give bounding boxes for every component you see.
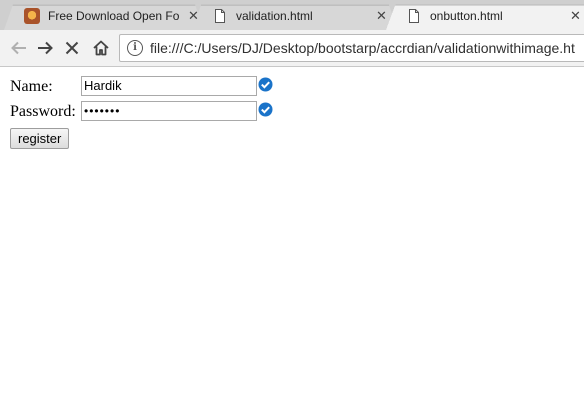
document-icon bbox=[212, 8, 228, 24]
password-label: Password: bbox=[10, 103, 76, 120]
close-icon[interactable]: ✕ bbox=[188, 8, 199, 24]
tab-free-download[interactable]: Free Download Open Fo ✕ bbox=[4, 2, 204, 30]
info-icon[interactable]: i bbox=[127, 40, 143, 56]
back-arrow-icon[interactable] bbox=[9, 38, 29, 58]
forward-arrow-icon[interactable] bbox=[35, 38, 55, 58]
tab-title: onbutton.html bbox=[430, 9, 503, 23]
tab-onbutton[interactable]: onbutton.html ✕ bbox=[386, 2, 584, 30]
password-input[interactable]: ••••••• bbox=[81, 101, 257, 121]
address-bar[interactable]: i file:///C:/Users/DJ/Desktop/bootstarp/… bbox=[119, 34, 584, 62]
close-icon[interactable]: ✕ bbox=[570, 8, 581, 24]
register-button[interactable]: register bbox=[10, 128, 70, 149]
app-icon bbox=[24, 8, 40, 24]
home-icon[interactable] bbox=[91, 38, 111, 58]
document-icon bbox=[406, 8, 422, 24]
tab-strip: Free Download Open Fo ✕ validation.html … bbox=[0, 0, 584, 30]
url-text[interactable]: file:///C:/Users/DJ/Desktop/bootstarp/ac… bbox=[150, 40, 575, 56]
tab-validation[interactable]: validation.html ✕ bbox=[192, 2, 398, 30]
check-circle-icon bbox=[258, 77, 273, 92]
check-circle-icon bbox=[258, 102, 273, 117]
tab-title: validation.html bbox=[236, 9, 313, 23]
stop-loading-icon[interactable] bbox=[62, 38, 82, 58]
name-input[interactable]: Hardik bbox=[81, 76, 257, 96]
page-content: Name: Hardik Password: ••••••• register bbox=[0, 67, 584, 408]
browser-toolbar: i file:///C:/Users/DJ/Desktop/bootstarp/… bbox=[0, 30, 584, 67]
tab-title: Free Download Open Fo bbox=[48, 9, 180, 23]
close-icon[interactable]: ✕ bbox=[376, 8, 387, 24]
name-label: Name: bbox=[10, 78, 53, 95]
